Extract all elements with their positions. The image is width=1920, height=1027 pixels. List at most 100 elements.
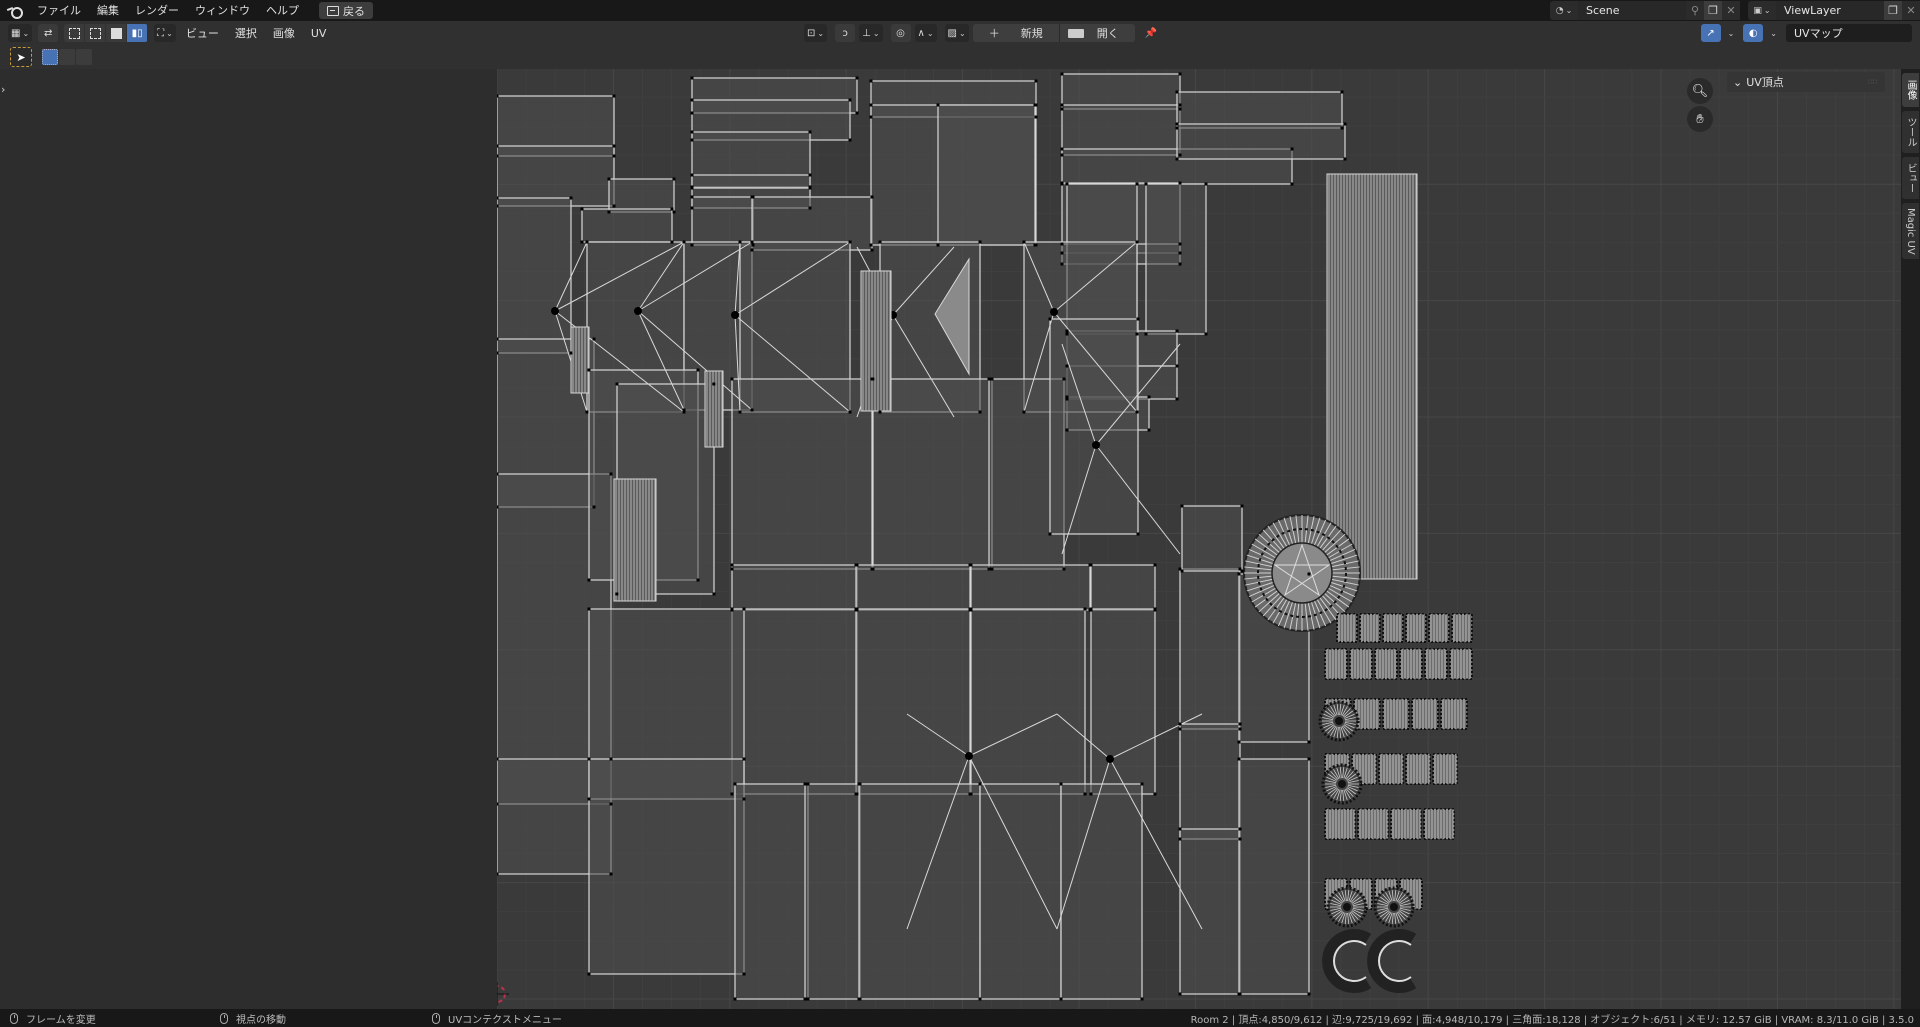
menu-file[interactable]: ファイル: [29, 0, 89, 21]
uv-vertex: [1060, 251, 1064, 255]
view-layer-copy-button[interactable]: ❐: [1884, 1, 1902, 20]
uv-vertex-panel-header[interactable]: ⌄ UV頂点 ∷∷: [1727, 72, 1885, 92]
uv-vertex: [1178, 72, 1182, 76]
menu-help[interactable]: ヘルプ: [258, 0, 307, 21]
select-tool-button[interactable]: ➤: [10, 47, 32, 67]
image-browse-dropdown[interactable]: ▨ ⌄: [944, 24, 969, 42]
uv-vertex: [870, 248, 874, 252]
uv-vertex: [1340, 90, 1344, 94]
gizmo-toggle[interactable]: ↗: [1700, 24, 1721, 42]
uv-vertex: [607, 177, 611, 181]
uv-disc-center: [1343, 903, 1351, 911]
expand-toolbar-chevron-icon[interactable]: ›: [1, 83, 5, 96]
sticky-select-dropdown[interactable]: ⛶ ⌄: [154, 24, 176, 42]
tab-image[interactable]: 画像: [1902, 73, 1919, 107]
view-layer-name-field[interactable]: ViewLayer: [1776, 1, 1884, 20]
uv-island: [1176, 91, 1343, 129]
select-mode-subtract[interactable]: [76, 49, 92, 65]
uv-vertex: [1153, 607, 1157, 611]
tab-view[interactable]: ビュー: [1902, 157, 1919, 199]
uv-vertex: [1059, 782, 1063, 786]
overlay-toggle[interactable]: ◐: [1743, 24, 1764, 42]
uv-map-selector[interactable]: UVマップ: [1786, 24, 1912, 42]
island-select-mode[interactable]: ▮▯: [127, 24, 148, 42]
uv-vertex: [742, 972, 746, 976]
scene-copy-button[interactable]: ❐: [1704, 1, 1722, 20]
menu-select[interactable]: 選択: [227, 25, 265, 41]
uv-small-island: [1324, 808, 1356, 840]
uv-vertex: [803, 997, 807, 1001]
uv-island: [970, 564, 1091, 611]
new-image-button[interactable]: ＋ 新規: [973, 25, 1059, 41]
overlay-dropdown-chevron[interactable]: ⌄: [1770, 29, 1777, 38]
uv-vertex: [806, 997, 810, 1001]
scene-pin-icon[interactable]: ⚲: [1686, 1, 1704, 20]
uv-vertex: [1065, 329, 1069, 333]
menu-view[interactable]: ビュー: [178, 25, 227, 41]
scene-type-dropdown[interactable]: ◔ ⌄: [1550, 1, 1578, 20]
uv-vertex: [612, 204, 616, 208]
select-mode-new[interactable]: [42, 49, 58, 65]
uv-strip-island: [613, 478, 657, 602]
uv-vertex: [733, 997, 737, 1001]
uv-vertex: [854, 563, 858, 567]
uv-vertex: [978, 997, 982, 1001]
snap-target-dropdown[interactable]: ⊥ ⌄: [859, 24, 883, 42]
uv-strip-island: [1326, 173, 1418, 580]
drag-handle-icon[interactable]: ∷∷: [1868, 78, 1877, 86]
select-mode-extend[interactable]: [59, 49, 75, 65]
uv-island: [855, 564, 971, 611]
vertex-select-mode[interactable]: [64, 24, 85, 42]
tab-tool[interactable]: ツール: [1902, 111, 1919, 153]
uv-small-island: [1411, 698, 1439, 730]
menu-image[interactable]: 画像: [265, 25, 303, 41]
menu-window[interactable]: ウィンドウ: [187, 0, 258, 21]
plus-icon: ＋: [988, 27, 1000, 40]
face-select-mode[interactable]: [106, 24, 127, 42]
pivot-point-dropdown[interactable]: ⊡ ⌄: [804, 24, 828, 42]
back-button[interactable]: 戻る: [319, 2, 373, 19]
view-layer-close-button[interactable]: ✕: [1902, 1, 1920, 20]
zoom-gizmo-button[interactable]: 🔍︎: [1687, 78, 1713, 104]
uv-vertex: [690, 186, 694, 190]
scene-close-button[interactable]: ✕: [1722, 1, 1740, 20]
pin-image-toggle[interactable]: 📌: [1141, 24, 1161, 42]
view-layer-type-dropdown[interactable]: ▣ ⌄: [1748, 1, 1776, 20]
uv-vertex: [1240, 504, 1244, 508]
uv-vertex: [1089, 607, 1093, 611]
uv-island: [1179, 568, 1241, 730]
uv-vertex: [1153, 792, 1157, 796]
uv-vertex: [1144, 332, 1148, 336]
uv-vertex: [857, 782, 861, 786]
edge-select-mode[interactable]: [85, 24, 106, 42]
open-image-button[interactable]: 開く: [1060, 25, 1135, 41]
uv-viewport[interactable]: 🔍︎ ✋︎ ⌄ UV頂点 ∷∷: [497, 69, 1901, 1009]
gizmo-dropdown-chevron[interactable]: ⌄: [1728, 29, 1735, 38]
status-bar: フレームを変更 視点の移動 UVコンテクストメニュー Room 2 | 頂点:4…: [0, 1009, 1920, 1027]
uv-vertex: [670, 207, 674, 211]
pan-gizmo-button[interactable]: ✋︎: [1687, 106, 1713, 132]
uv-vertex: [1083, 792, 1087, 796]
menu-render[interactable]: レンダー: [127, 0, 187, 21]
scene-name-field[interactable]: Scene: [1578, 1, 1686, 20]
proportional-edit-toggle[interactable]: ◎: [890, 24, 911, 42]
uv-vertex: [497, 204, 499, 208]
uv-vertex: [690, 195, 694, 199]
mouse-left-icon: [10, 1012, 18, 1024]
blender-logo-icon[interactable]: [7, 3, 23, 19]
editor-type-dropdown[interactable]: ▦ ⌄: [8, 24, 33, 42]
snap-toggle[interactable]: ↄ: [835, 24, 856, 42]
uv-layout[interactable]: [497, 69, 1901, 1009]
uv-vertex: [1238, 727, 1242, 731]
uv-vertex: [712, 382, 716, 386]
uv-vertex: [870, 195, 874, 199]
uv-island: [1061, 104, 1181, 156]
uv-vertex: [1135, 182, 1139, 186]
falloff-dropdown[interactable]: ∧ ⌄: [914, 24, 937, 42]
falloff-curve-icon: ∧: [917, 27, 925, 39]
tab-magic-uv[interactable]: Magic UV: [1902, 203, 1919, 259]
sync-selection-toggle[interactable]: ⇄: [38, 24, 59, 42]
menu-uv[interactable]: UV: [303, 27, 335, 40]
menu-edit[interactable]: 編集: [89, 0, 127, 21]
uv-vertex: [869, 103, 873, 107]
